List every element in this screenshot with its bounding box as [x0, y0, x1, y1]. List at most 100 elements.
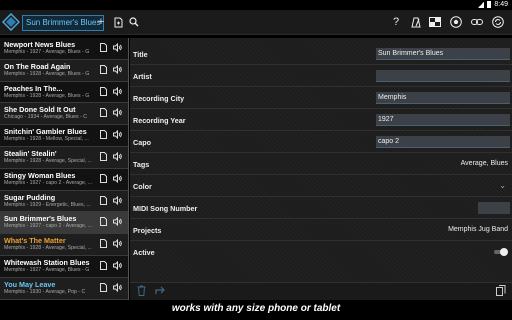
capo-row: Capo capo 2 — [130, 131, 512, 153]
capo-label: Capo — [133, 138, 151, 147]
projects-row[interactable]: Projects Memphis Jug Band — [130, 219, 512, 241]
document-icon[interactable] — [99, 86, 108, 97]
song-title: Sun Brimmer's Blues — [4, 214, 77, 224]
battery-icon — [487, 1, 492, 8]
list-item[interactable]: Whitewash Station Blues Memphis - 1927 - … — [0, 255, 128, 278]
document-icon[interactable] — [99, 217, 108, 227]
document-icon[interactable] — [99, 151, 108, 162]
list-scrollbar[interactable] — [128, 38, 129, 300]
song-title: Snitchin' Gambler Blues — [4, 127, 87, 137]
promo-caption: works with any size phone or tablet — [0, 300, 512, 320]
artist-field[interactable] — [376, 70, 510, 82]
song-detail-panel: Title Sun Brimmer's Blues Artist Recordi… — [130, 38, 512, 300]
list-item[interactable]: Snitchin' Gambler Blues Memphis - 1928 - … — [0, 125, 128, 147]
midi-field[interactable] — [478, 202, 510, 214]
new-document-icon[interactable] — [111, 15, 125, 29]
speaker-icon[interactable] — [113, 238, 122, 249]
song-title: She Done Sold It Out — [4, 105, 76, 115]
app-title[interactable]: Sun Brimmer's Blues — [22, 15, 105, 31]
status-icons: 8:49 — [478, 1, 508, 8]
song-title: Stingy Woman Blues — [4, 170, 76, 180]
document-icon[interactable] — [99, 260, 108, 271]
song-title: What's The Matter — [4, 236, 66, 246]
song-title: Sugar Pudding — [4, 192, 56, 202]
list-item[interactable]: She Done Sold It Out Chicago - 1934 - Ave… — [0, 103, 128, 126]
sync-icon[interactable] — [491, 15, 505, 29]
song-subtitle: Memphis - 1927 - capo 2 - Average, ... — [4, 179, 92, 186]
document-icon[interactable] — [99, 173, 108, 184]
speaker-icon[interactable] — [113, 173, 122, 184]
speaker-icon[interactable] — [113, 195, 122, 206]
list-item[interactable]: Peaches In The... Memphis - 1928 - Averag… — [0, 81, 128, 104]
list-item[interactable]: What's The Matter Memphis - 1928 - Averag… — [0, 234, 128, 256]
speaker-icon[interactable] — [113, 86, 122, 97]
document-icon[interactable] — [99, 130, 108, 140]
year-field[interactable]: 1927 — [376, 114, 510, 126]
duplicate-icon[interactable] — [494, 285, 508, 299]
song-subtitle: Chicago - 1934 - Average, Blues - C — [4, 114, 87, 121]
toggle-thumb — [500, 248, 508, 256]
document-icon[interactable] — [99, 282, 108, 293]
help-icon[interactable]: ? — [389, 15, 403, 29]
signal-icon — [478, 1, 485, 8]
title-field[interactable]: Sun Brimmer's Blues — [376, 48, 510, 60]
song-subtitle: Memphis - 1930 - Average, Pop - C — [4, 288, 86, 295]
trash-icon[interactable] — [134, 285, 148, 299]
active-label: Active — [133, 248, 155, 257]
song-title: You May Leave — [4, 279, 56, 289]
tags-value: Average, Blues — [460, 160, 508, 167]
search-icon[interactable] — [127, 15, 141, 29]
speaker-icon[interactable] — [113, 42, 122, 53]
speaker-icon[interactable] — [113, 108, 122, 118]
song-subtitle: Memphis - 1928 - Average, Special, ... — [4, 157, 92, 164]
app-logo-icon[interactable] — [2, 13, 20, 31]
detail-action-bar — [130, 282, 512, 301]
add-icon[interactable]: + — [94, 15, 108, 29]
speaker-icon[interactable] — [113, 64, 122, 75]
song-subtitle: Memphis - 1927 - capo 2 - Average, ... — [4, 223, 92, 230]
list-item[interactable]: Newport News Blues Memphis - 1927 - Avera… — [0, 38, 128, 60]
metronome-icon[interactable] — [409, 15, 423, 29]
list-item[interactable]: On The Road Again Memphis - 1928 - Averag… — [0, 59, 128, 82]
list-item[interactable]: You May Leave Memphis - 1930 - Average, P… — [0, 277, 128, 300]
app-toolbar: Sun Brimmer's Blues + ? — [0, 10, 512, 35]
speaker-icon[interactable] — [113, 129, 122, 140]
song-title: Peaches In The... — [4, 83, 63, 93]
city-label: Recording City — [133, 94, 185, 103]
list-item[interactable]: Sugar Pudding Memphis - 1929 - Energetic,… — [0, 190, 128, 213]
tags-label: Tags — [133, 160, 150, 169]
document-icon[interactable] — [99, 195, 108, 206]
song-subtitle: Memphis - 1928 - Average, Special, ... — [4, 245, 92, 252]
speaker-icon[interactable] — [113, 260, 122, 271]
document-icon[interactable] — [99, 43, 108, 53]
midi-row: MIDI Song Number — [130, 197, 512, 219]
active-toggle[interactable] — [494, 248, 508, 256]
artist-row: Artist — [130, 65, 512, 87]
title-label: Title — [133, 50, 148, 59]
song-title: On The Road Again — [4, 61, 71, 71]
chevron-down-icon[interactable]: ⌄ — [499, 181, 506, 190]
capo-field[interactable]: capo 2 — [376, 136, 510, 148]
document-icon[interactable] — [99, 64, 108, 75]
speaker-icon[interactable] — [113, 217, 122, 227]
link-icon[interactable] — [470, 15, 484, 29]
document-icon[interactable] — [99, 108, 108, 118]
speaker-icon[interactable] — [113, 282, 122, 293]
song-subtitle: Memphis - 1928 - Average, Blues - G — [4, 70, 90, 77]
tags-row[interactable]: Tags Average, Blues — [130, 153, 512, 175]
song-list: Newport News Blues Memphis - 1927 - Avera… — [0, 38, 128, 300]
list-item[interactable]: Stealin' Stealin' Memphis - 1928 - Averag… — [0, 146, 128, 169]
color-row[interactable]: Color ⌄ — [130, 175, 512, 197]
artist-label: Artist — [133, 72, 152, 81]
speaker-icon[interactable] — [113, 151, 122, 162]
grid-icon[interactable] — [428, 15, 442, 29]
share-icon[interactable] — [154, 285, 168, 299]
list-item[interactable]: Stingy Woman Blues Memphis - 1927 - capo … — [0, 168, 128, 191]
city-field[interactable]: Memphis — [376, 92, 510, 104]
document-icon[interactable] — [99, 239, 108, 249]
song-subtitle: Memphis - 1928 - Mellow, Special, ... — [4, 136, 89, 143]
title-row: Title Sun Brimmer's Blues — [130, 43, 512, 65]
soccer-ball-icon[interactable] — [449, 15, 463, 29]
list-item[interactable]: Sun Brimmer's Blues Memphis - 1927 - capo… — [0, 212, 128, 235]
midi-label: MIDI Song Number — [133, 204, 198, 213]
